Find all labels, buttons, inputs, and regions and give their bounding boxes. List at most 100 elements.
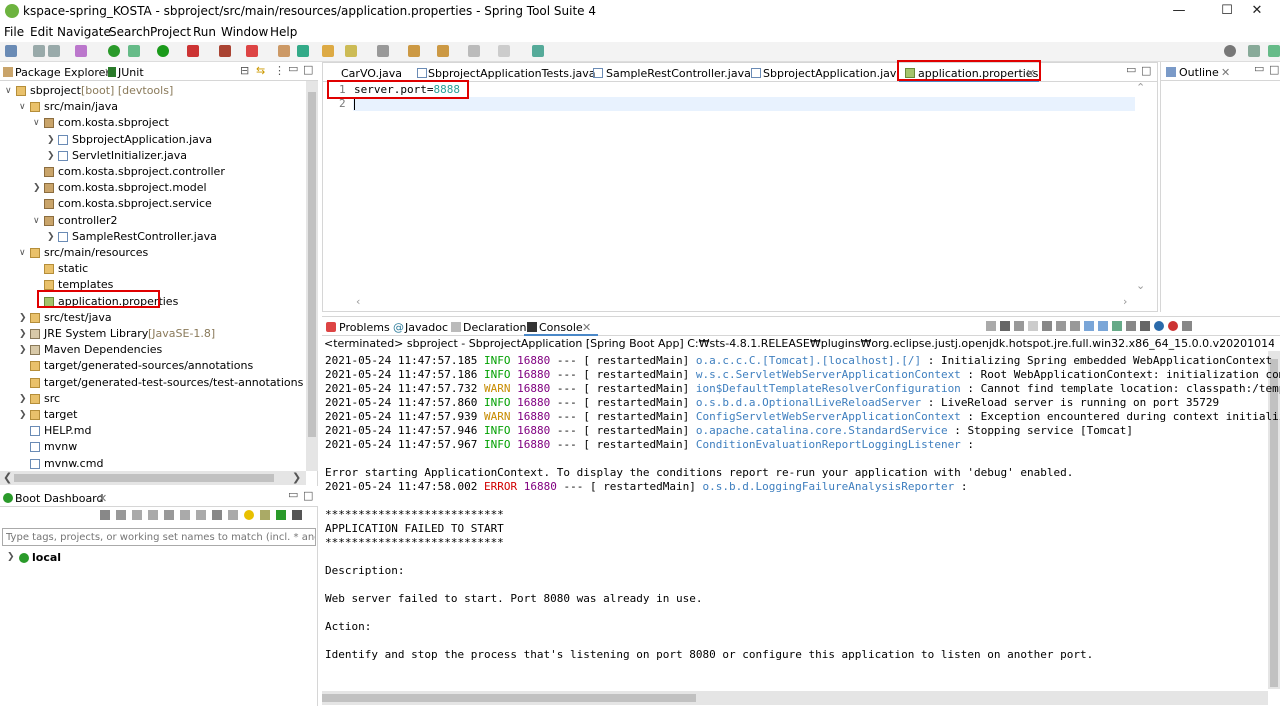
debug-icon[interactable]: [128, 45, 140, 57]
expose-icon[interactable]: [260, 510, 270, 520]
save-all-icon[interactable]: [48, 45, 60, 57]
restart-icon[interactable]: [148, 510, 158, 520]
search-tool-icon[interactable]: [345, 45, 357, 57]
close-tab-icon[interactable]: ✕: [1221, 66, 1230, 79]
expand-icon[interactable]: ❯: [19, 407, 27, 423]
clear-console-icon[interactable]: [1042, 321, 1052, 331]
new-class-icon[interactable]: [297, 45, 309, 57]
display-console-icon[interactable]: [1126, 321, 1136, 331]
collapse-icon[interactable]: ∨: [33, 213, 40, 229]
tab-declaration[interactable]: Declaration: [463, 321, 526, 334]
collapse-icon[interactable]: ∨: [33, 115, 40, 131]
external-tools-icon[interactable]: [219, 45, 231, 57]
expand-icon[interactable]: ❯: [19, 342, 27, 358]
run-icon[interactable]: [157, 45, 169, 57]
scroll-left-icon[interactable]: ‹: [356, 295, 360, 308]
back-icon[interactable]: [468, 45, 480, 57]
menu-file[interactable]: File: [4, 25, 24, 39]
tab-sample-rest-controller[interactable]: SampleRestController.java: [606, 67, 751, 80]
new-icon[interactable]: [5, 45, 17, 57]
remove-all-terminated-icon[interactable]: [1000, 321, 1010, 331]
open-type-icon[interactable]: [322, 45, 334, 57]
tab-javadoc[interactable]: Javadoc: [405, 321, 448, 334]
close-button[interactable]: ✕: [1234, 2, 1280, 22]
view-menu-icon[interactable]: [292, 510, 302, 520]
expand-local-icon[interactable]: ❯: [7, 552, 15, 562]
expand-icon[interactable]: ❯: [19, 326, 27, 342]
open-browser-icon[interactable]: [180, 510, 190, 520]
tab-boot-dashboard[interactable]: Boot Dashboard: [15, 492, 104, 505]
expand-icon[interactable]: ❯: [47, 132, 55, 148]
scroll-down-icon[interactable]: ⌄: [1136, 279, 1145, 292]
build-icon[interactable]: [75, 45, 87, 57]
minimize-view-icon[interactable]: ▭: [288, 62, 298, 75]
maximize-view-icon[interactable]: □: [1141, 64, 1151, 77]
open-console-icon[interactable]: [164, 510, 174, 520]
expand-icon[interactable]: ❯: [19, 310, 27, 326]
local-target-label[interactable]: local: [32, 551, 61, 564]
forward-icon[interactable]: [498, 45, 510, 57]
minimize-button[interactable]: —: [1156, 2, 1202, 22]
terminate-icon[interactable]: [1028, 321, 1038, 331]
boot-run-icon[interactable]: [108, 45, 120, 57]
collapse-icon[interactable]: ∨: [19, 99, 26, 115]
menu-window[interactable]: Window: [221, 25, 268, 39]
next-annotation-icon[interactable]: [408, 45, 420, 57]
minimize-view-icon[interactable]: ▭: [288, 488, 298, 501]
editor-vertical-scrollbar[interactable]: [1135, 83, 1147, 297]
maximize-view-icon[interactable]: □: [303, 489, 313, 502]
toggle-view-icon[interactable]: [228, 510, 238, 520]
tab-sbproject-application[interactable]: SbprojectApplication.java: [763, 67, 903, 80]
minimize-view-icon[interactable]: ▭: [1126, 63, 1136, 76]
console-horizontal-scroll-thumb[interactable]: [322, 694, 696, 702]
view-menu-icon[interactable]: [1182, 321, 1192, 331]
prev-annotation-icon[interactable]: [437, 45, 449, 57]
collapse-all-icon[interactable]: ⊟: [240, 64, 249, 77]
toggle-mark-icon[interactable]: [377, 45, 389, 57]
expand-icon[interactable]: ❯: [47, 229, 55, 245]
remove-all-icon[interactable]: [1014, 321, 1024, 331]
pin-editor-icon[interactable]: [532, 45, 544, 57]
coverage-icon[interactable]: [187, 45, 199, 57]
show-stdout-icon[interactable]: [1084, 321, 1094, 331]
menu-run[interactable]: Run: [193, 25, 216, 39]
scroll-lock-icon[interactable]: [1056, 321, 1066, 331]
open-console-icon[interactable]: [1140, 321, 1150, 331]
tab-carvo[interactable]: CarVO.java: [341, 67, 402, 80]
expand-icon[interactable]: ❯: [19, 391, 27, 407]
maximize-view-icon[interactable]: □: [1269, 63, 1279, 76]
tab-sbproject-application-tests[interactable]: SbprojectApplicationTests.java: [428, 67, 596, 80]
collapse-icon[interactable]: ∨: [5, 83, 12, 99]
show-stderr-icon[interactable]: [1098, 321, 1108, 331]
save-icon[interactable]: [33, 45, 45, 57]
lightbulb-icon[interactable]: [244, 510, 254, 520]
open-config-icon[interactable]: [196, 510, 206, 520]
java-perspective-icon[interactable]: [1268, 45, 1280, 57]
close-tab-icon[interactable]: ✕: [582, 321, 591, 334]
new-java-project-icon[interactable]: [278, 45, 290, 57]
collapse-icon[interactable]: ∨: [19, 245, 26, 261]
color-icon[interactable]: [1168, 321, 1178, 331]
edit-tags-icon[interactable]: [212, 510, 222, 520]
scroll-up-icon[interactable]: ⌃: [1136, 81, 1145, 94]
add-icon[interactable]: [276, 510, 286, 520]
expand-icon[interactable]: ❯: [33, 180, 41, 196]
minimize-view-icon[interactable]: ▭: [1254, 62, 1264, 75]
menu-edit[interactable]: Edit: [30, 25, 53, 39]
word-wrap-icon[interactable]: [1070, 321, 1080, 331]
open-perspective-icon[interactable]: [1248, 45, 1260, 57]
explorer-vertical-scroll-thumb[interactable]: [308, 92, 316, 437]
explorer-horizontal-scroll-thumb[interactable]: [14, 474, 274, 482]
start-icon[interactable]: [100, 510, 110, 520]
scroll-right-icon[interactable]: ❯: [292, 471, 301, 484]
stop-icon[interactable]: [246, 45, 258, 57]
tab-junit[interactable]: JUnit: [118, 66, 144, 79]
search-icon[interactable]: [1224, 45, 1236, 57]
menu-help[interactable]: Help: [270, 25, 297, 39]
menu-navigate[interactable]: Navigate: [57, 25, 111, 39]
expand-icon[interactable]: ❯: [47, 148, 55, 164]
view-menu-icon[interactable]: ⋮: [274, 64, 285, 77]
maximize-view-icon[interactable]: □: [303, 63, 313, 76]
link-editor-icon[interactable]: ⇆: [256, 64, 265, 77]
tab-problems[interactable]: Problems: [339, 321, 390, 334]
